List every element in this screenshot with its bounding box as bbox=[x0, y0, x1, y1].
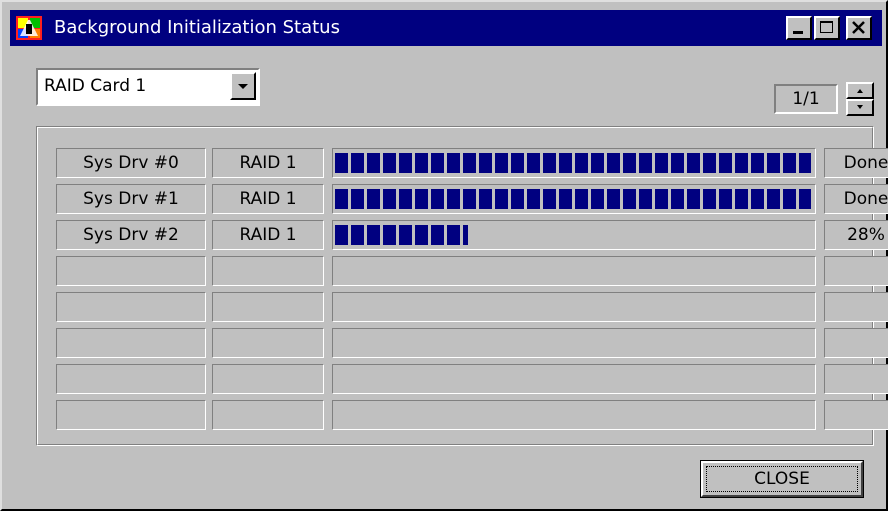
drive-name bbox=[56, 364, 206, 394]
drive-raid-level bbox=[212, 256, 324, 286]
drive-row bbox=[56, 256, 888, 286]
minimize-icon bbox=[793, 31, 803, 34]
close-window-button[interactable] bbox=[846, 16, 872, 40]
drive-raid-level bbox=[212, 364, 324, 394]
drive-name bbox=[56, 292, 206, 322]
drive-status: Done bbox=[824, 184, 888, 214]
maximize-button[interactable] bbox=[814, 16, 840, 40]
drive-name bbox=[56, 328, 206, 358]
drive-status: Done bbox=[824, 148, 888, 178]
window-title: Background Initialization Status bbox=[54, 17, 340, 38]
drive-name bbox=[56, 400, 206, 430]
drive-progress-bar bbox=[332, 292, 816, 322]
drive-progress-bar bbox=[332, 256, 816, 286]
page-spinner[interactable] bbox=[846, 82, 874, 116]
controller-select-arrow-button[interactable] bbox=[230, 72, 256, 100]
drive-status bbox=[824, 328, 888, 358]
close-button-label: CLOSE bbox=[706, 466, 858, 492]
drive-progress-bar bbox=[332, 184, 816, 214]
page-indicator: 1/1 bbox=[774, 84, 838, 114]
drive-name: Sys Drv #2 bbox=[56, 220, 206, 250]
drive-row bbox=[56, 292, 888, 322]
raid-app-icon bbox=[16, 16, 42, 40]
page-down-button[interactable] bbox=[846, 99, 874, 116]
drive-row: Sys Drv #2 RAID 1 28% bbox=[56, 220, 888, 250]
page-up-button[interactable] bbox=[846, 82, 874, 99]
drive-status bbox=[824, 364, 888, 394]
background-init-window: Background Initialization Status RAID Ca… bbox=[0, 0, 888, 511]
drive-name bbox=[56, 256, 206, 286]
spin-down-icon bbox=[857, 105, 863, 109]
drive-status bbox=[824, 256, 888, 286]
drive-name: Sys Drv #1 bbox=[56, 184, 206, 214]
progress-fill bbox=[335, 189, 811, 209]
drive-progress-bar bbox=[332, 400, 816, 430]
controller-select-value: RAID Card 1 bbox=[44, 76, 147, 96]
drive-raid-level: RAID 1 bbox=[212, 184, 324, 214]
drive-progress-bar bbox=[332, 220, 816, 250]
title-bar[interactable]: Background Initialization Status bbox=[10, 10, 882, 46]
drive-progress-bar bbox=[332, 148, 816, 178]
drive-status bbox=[824, 400, 888, 430]
drive-status bbox=[824, 292, 888, 322]
drive-row bbox=[56, 328, 888, 358]
drive-raid-level bbox=[212, 328, 324, 358]
close-button[interactable]: CLOSE bbox=[700, 460, 864, 498]
drive-row: Sys Drv #0 RAID 1 Done bbox=[56, 148, 888, 178]
drive-raid-level: RAID 1 bbox=[212, 220, 324, 250]
drive-raid-level: RAID 1 bbox=[212, 148, 324, 178]
spin-up-icon bbox=[857, 89, 863, 93]
drive-raid-level bbox=[212, 292, 324, 322]
controller-select[interactable]: RAID Card 1 bbox=[36, 68, 260, 106]
drive-progress-bar bbox=[332, 364, 816, 394]
drive-row: Sys Drv #1 RAID 1 Done bbox=[56, 184, 888, 214]
drive-row bbox=[56, 400, 888, 430]
minimize-button[interactable] bbox=[786, 16, 812, 40]
drive-status: 28% bbox=[824, 220, 888, 250]
maximize-icon bbox=[820, 21, 833, 33]
drive-name: Sys Drv #0 bbox=[56, 148, 206, 178]
drive-row bbox=[56, 364, 888, 394]
close-icon bbox=[852, 21, 865, 34]
progress-fill bbox=[335, 225, 468, 245]
progress-fill bbox=[335, 153, 811, 173]
drive-raid-level bbox=[212, 400, 324, 430]
drive-progress-bar bbox=[332, 328, 816, 358]
chevron-down-icon bbox=[238, 84, 248, 89]
